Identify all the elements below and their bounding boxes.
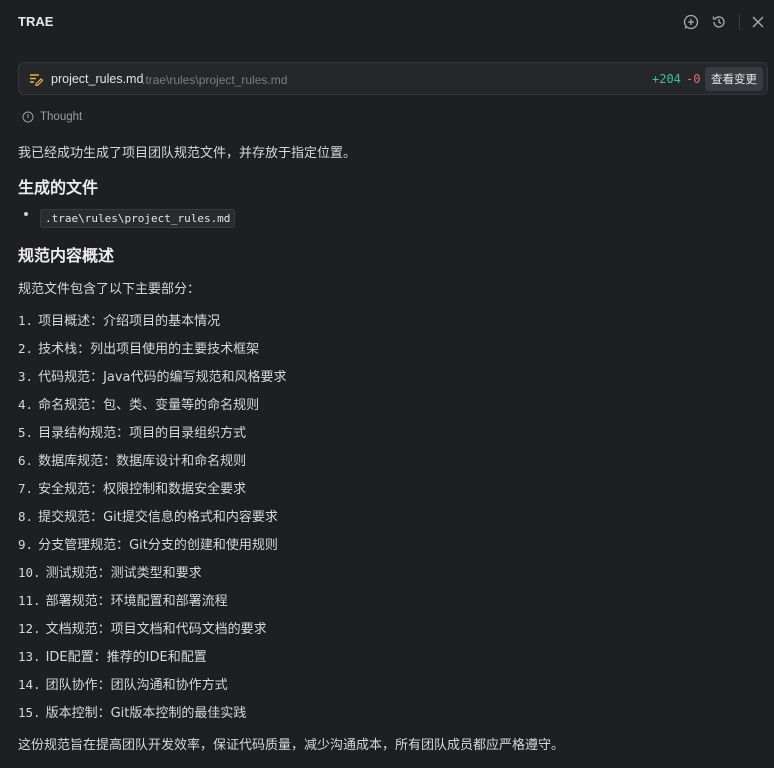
list-item-text: IDE配置：推荐的IDE和配置 — [45, 650, 207, 665]
list-item: 4. 命名规范：包、类、变量等的命名规则 — [18, 394, 259, 413]
generated-file-path: .trae\rules\project_rules.md — [40, 209, 236, 228]
list-item-number: 13. — [18, 649, 41, 664]
intro-text: 我已经成功生成了项目团队规范文件，并存放于指定位置。 — [18, 146, 357, 161]
lines-added: +204 — [652, 72, 681, 86]
list-item: 14. 团队协作：团队沟通和协作方式 — [18, 674, 228, 693]
list-item-text: 安全规范：权限控制和数据安全要求 — [38, 482, 247, 497]
list-item-text: 文档规范：项目文档和代码文档的要求 — [45, 622, 267, 637]
list-item-number: 3. — [18, 369, 34, 384]
list-item-text: 目录结构规范：项目的目录组织方式 — [38, 426, 247, 441]
list-item: 2. 技术栈：列出项目使用的主要技术框架 — [18, 338, 259, 357]
section-title-overview: 规范内容概述 — [18, 246, 115, 265]
list-item: 8. 提交规范：Git提交信息的格式和内容要求 — [18, 506, 278, 525]
list-item-number: 9. — [18, 537, 34, 552]
header-divider — [739, 14, 740, 30]
list-item-number: 5. — [18, 425, 34, 440]
new-chat-icon[interactable] — [681, 12, 701, 32]
header-actions — [673, 12, 768, 32]
list-item-text: 数据库规范：数据库设计和命名规则 — [38, 454, 247, 469]
close-icon[interactable] — [748, 12, 768, 32]
lines-removed: -0 — [686, 72, 701, 86]
info-icon — [22, 111, 34, 123]
thought-label: Thought — [40, 111, 83, 123]
list-item: 3. 代码规范：Java代码的编写规范和风格要求 — [18, 366, 287, 385]
section-title-generated-files: 生成的文件 — [18, 178, 99, 197]
list-item-number: 6. — [18, 453, 34, 468]
list-item-text: 团队协作：团队沟通和协作方式 — [45, 678, 228, 693]
list-item-number: 10. — [18, 565, 41, 580]
list-item-text: 部署规范：环境配置和部署流程 — [45, 594, 228, 609]
list-item: 1. 项目概述：介绍项目的基本情况 — [18, 310, 220, 329]
list-item-text: 技术栈：列出项目使用的主要技术框架 — [38, 342, 260, 357]
list-item: 13. IDE配置：推荐的IDE和配置 — [18, 646, 207, 665]
list-item: 5. 目录结构规范：项目的目录组织方式 — [18, 422, 246, 441]
thought-toggle[interactable]: Thought — [22, 111, 82, 123]
header-bar: TRAE — [0, 0, 774, 44]
list-item-number: 11. — [18, 593, 41, 608]
closing-text: 这份规范旨在提高团队开发效率，保证代码质量，减少沟通成本，所有团队成员都应严格遵… — [18, 738, 565, 753]
list-item-text: 代码规范：Java代码的编写规范和风格要求 — [38, 370, 287, 385]
list-item-number: 14. — [18, 677, 41, 692]
list-item-text: 测试规范：测试类型和要求 — [45, 566, 202, 581]
list-item-number: 7. — [18, 481, 34, 496]
list-item: 15. 版本控制：Git版本控制的最佳实践 — [18, 702, 246, 721]
list-item: 9. 分支管理规范：Git分支的创建和使用规则 — [18, 534, 278, 553]
list-item: 11. 部署规范：环境配置和部署流程 — [18, 590, 228, 609]
list-item-number: 15. — [18, 705, 41, 720]
list-item: 7. 安全规范：权限控制和数据安全要求 — [18, 478, 246, 497]
list-item: 10. 测试规范：测试类型和要求 — [18, 562, 202, 581]
list-item-number: 2. — [18, 341, 34, 356]
list-item-text: 分支管理规范：Git分支的创建和使用规则 — [38, 538, 278, 553]
file-path: .trae\rules\project_rules.md — [142, 73, 288, 87]
list-item-number: 4. — [18, 397, 34, 412]
list-item-text: 命名规范：包、类、变量等的命名规则 — [38, 398, 260, 413]
list-item: 6. 数据库规范：数据库设计和命名规则 — [18, 450, 246, 469]
list-item-number: 8. — [18, 509, 34, 524]
list-item-number: 12. — [18, 621, 41, 636]
list-item-text: 项目概述：介绍项目的基本情况 — [38, 314, 221, 329]
app-title: TRAE — [18, 14, 54, 29]
view-changes-button[interactable]: 查看变更 — [705, 67, 763, 91]
list-item: 12. 文档规范：项目文档和代码文档的要求 — [18, 618, 267, 637]
overview-intro: 规范文件包含了以下主要部分： — [18, 282, 201, 297]
list-item-number: 1. — [18, 313, 34, 328]
file-change-card[interactable]: project_rules.md .trae\rules\project_rul… — [18, 62, 768, 95]
list-item-text: 版本控制：Git版本控制的最佳实践 — [45, 706, 247, 721]
bullet-icon — [24, 212, 28, 216]
history-icon[interactable] — [709, 12, 729, 32]
list-item-text: 提交规范：Git提交信息的格式和内容要求 — [38, 510, 278, 525]
file-name[interactable]: project_rules.md — [51, 72, 143, 86]
edit-file-icon — [29, 72, 44, 87]
